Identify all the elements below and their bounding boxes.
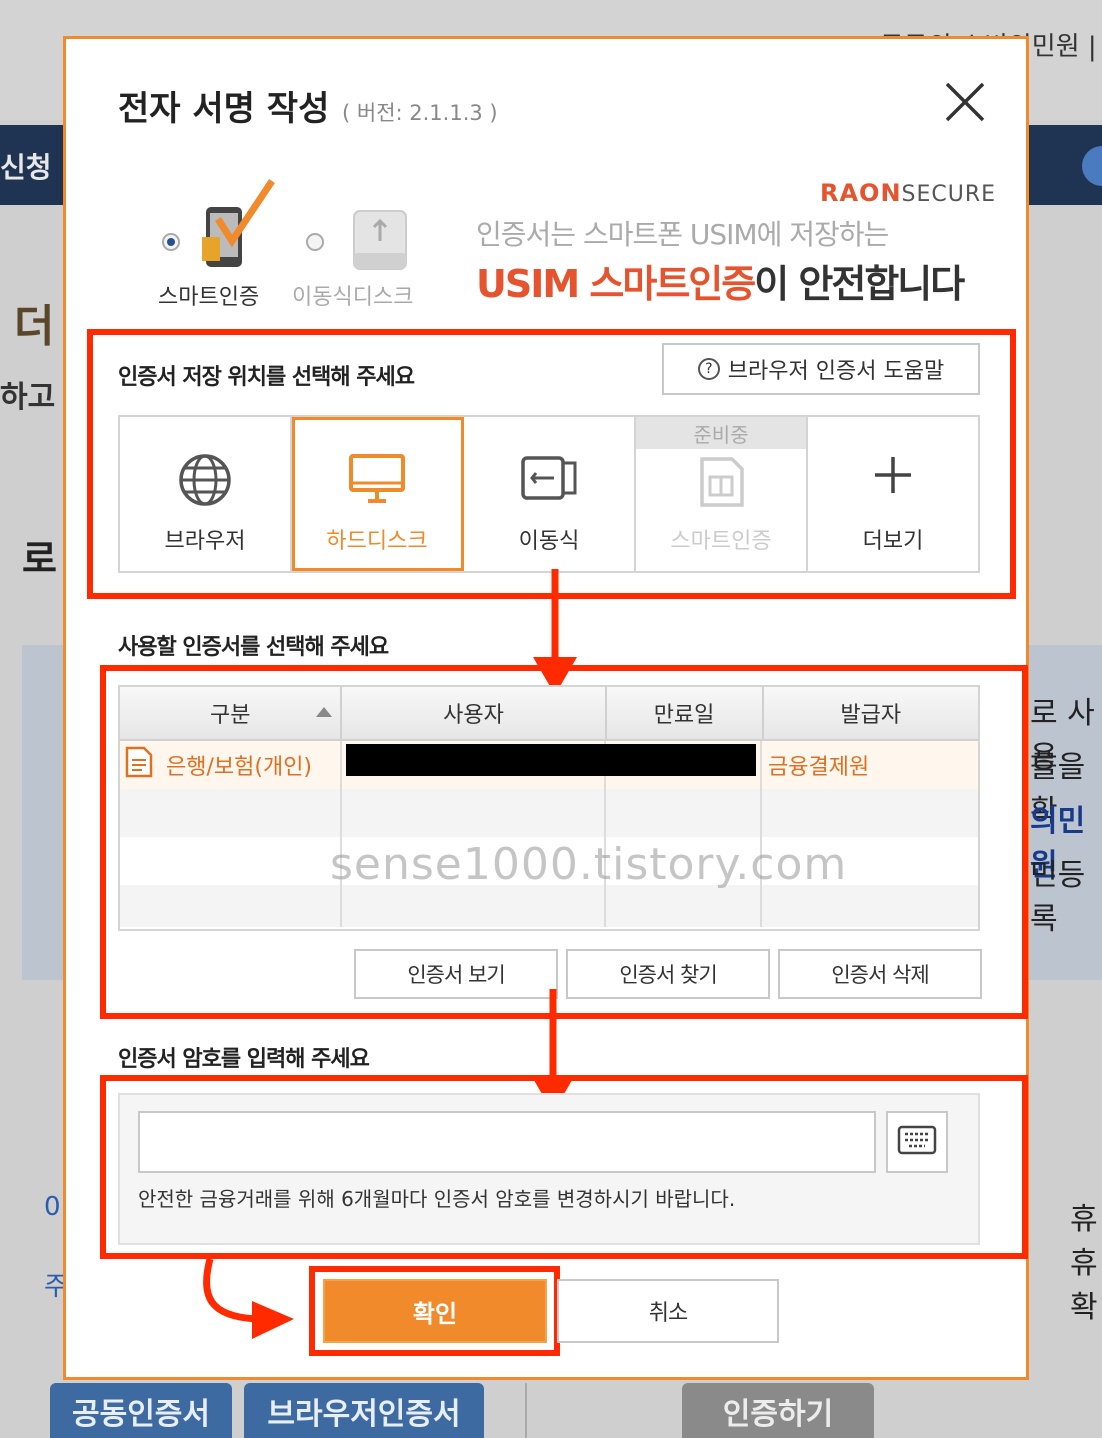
storage-hard-disk[interactable]: 하드디스크	[292, 417, 464, 571]
storage-removable[interactable]: 이동식	[464, 417, 636, 571]
smartphone-check-icon	[198, 179, 278, 279]
column-expiry-header[interactable]: 만료일	[607, 687, 764, 739]
bg-left-text: 0	[44, 1192, 61, 1222]
removable-disk-label[interactable]: 이동식디스크	[292, 279, 413, 311]
question-icon: ?	[697, 358, 720, 380]
sim-card-icon	[696, 457, 746, 515]
bg-nav-text: 신청	[0, 151, 52, 184]
bg-browser-cert-button: 브라우저인증서	[244, 1383, 484, 1438]
cert-password-input[interactable]	[138, 1111, 876, 1173]
e-signature-dialog: 전자 서명 작성 ( 버전: 2.1.1.3 ) 스마트인증 이동식디스크 RA…	[63, 36, 1029, 1380]
storage-more[interactable]: 더보기	[808, 417, 978, 571]
raonsecure-logo: RAONSECURE	[820, 179, 997, 207]
cert-type-cell: 은행/보험(개인)	[166, 755, 313, 780]
globe-icon	[178, 453, 232, 513]
annotation-curved-arrow	[198, 1257, 298, 1351]
virtual-keyboard-button[interactable]	[886, 1111, 948, 1173]
bg-login-heading: 로	[22, 537, 57, 581]
storage-browser[interactable]: 브라우저	[120, 417, 292, 571]
storage-section-title: 인증서 저장 위치를 선택해 주세요	[118, 365, 415, 390]
confirm-button[interactable]: 확인	[323, 1279, 547, 1343]
smart-auth-radio[interactable]	[162, 233, 180, 251]
column-issuer-header[interactable]: 발급자	[764, 687, 978, 739]
plus-icon	[871, 453, 915, 503]
cancel-button[interactable]: 취소	[557, 1279, 779, 1343]
password-note: 안전한 금융거래를 위해 6개월마다 인증서 암호를 변경하시기 바랍니다.	[138, 1187, 736, 1211]
usb-icon	[520, 453, 578, 509]
storage-smart-auth: 준비중 스마트인증	[636, 417, 808, 571]
storage-location-selector: 브라우저 하드디스크 이동식 준비중 스마트인증 더보기	[118, 415, 980, 573]
cert-issuer-cell: 금융결제원	[768, 755, 870, 780]
password-section-title: 인증서 암호를 입력해 주세요	[118, 1047, 370, 1072]
bg-right-text: 휴	[1070, 1202, 1098, 1237]
promo-line2: USIM 스마트인증이 안전합니다	[476, 262, 965, 306]
find-cert-button[interactable]: 인증서 찾기	[566, 949, 770, 999]
bg-right-text: 민등록	[1030, 858, 1086, 937]
watermark: sense1000.tistory.com	[330, 839, 848, 890]
bg-authenticate-button: 인증하기	[682, 1383, 874, 1438]
bg-joint-cert-button: 공동인증서	[50, 1383, 232, 1438]
keyboard-icon	[897, 1125, 937, 1159]
smart-auth-label[interactable]: 스마트인증	[158, 279, 259, 311]
dialog-version: ( 버전: 2.1.1.3 )	[342, 101, 498, 125]
usb-disk-icon	[352, 209, 408, 275]
delete-cert-button[interactable]: 인증서 삭제	[778, 949, 982, 999]
promo-line1: 인증서는 스마트폰 USIM에 저장하는	[476, 218, 889, 251]
certificate-table: 구분 사용자 만료일 발급자 은행/보험(개인) 금융결제원	[118, 685, 980, 931]
bg-right-text: 확	[1070, 1290, 1098, 1325]
table-row-empty	[120, 789, 978, 837]
removable-disk-radio[interactable]	[306, 233, 324, 251]
bg-right-text: 휴	[1070, 1246, 1098, 1281]
close-icon[interactable]	[944, 81, 986, 123]
bg-heading: 더	[14, 301, 55, 352]
redacted-user-info	[346, 744, 756, 776]
table-row-empty	[120, 885, 978, 927]
monitor-icon	[348, 453, 406, 511]
column-type-header[interactable]: 구분	[120, 687, 343, 739]
browser-cert-help-button[interactable]: ? 브라우저 인증서 도움말	[662, 343, 980, 395]
cert-section-title: 사용할 인증서를 선택해 주세요	[118, 635, 389, 660]
dialog-title: 전자 서명 작성	[118, 89, 330, 129]
column-user-header[interactable]: 사용자	[342, 687, 607, 739]
certificate-doc-icon	[124, 746, 154, 784]
bg-subheading: 하고	[0, 380, 56, 415]
bg-divider	[525, 1383, 527, 1438]
table-header: 구분 사용자 만료일 발급자	[120, 687, 978, 741]
sort-asc-icon	[316, 707, 333, 717]
not-ready-badge: 준비중	[636, 417, 806, 449]
